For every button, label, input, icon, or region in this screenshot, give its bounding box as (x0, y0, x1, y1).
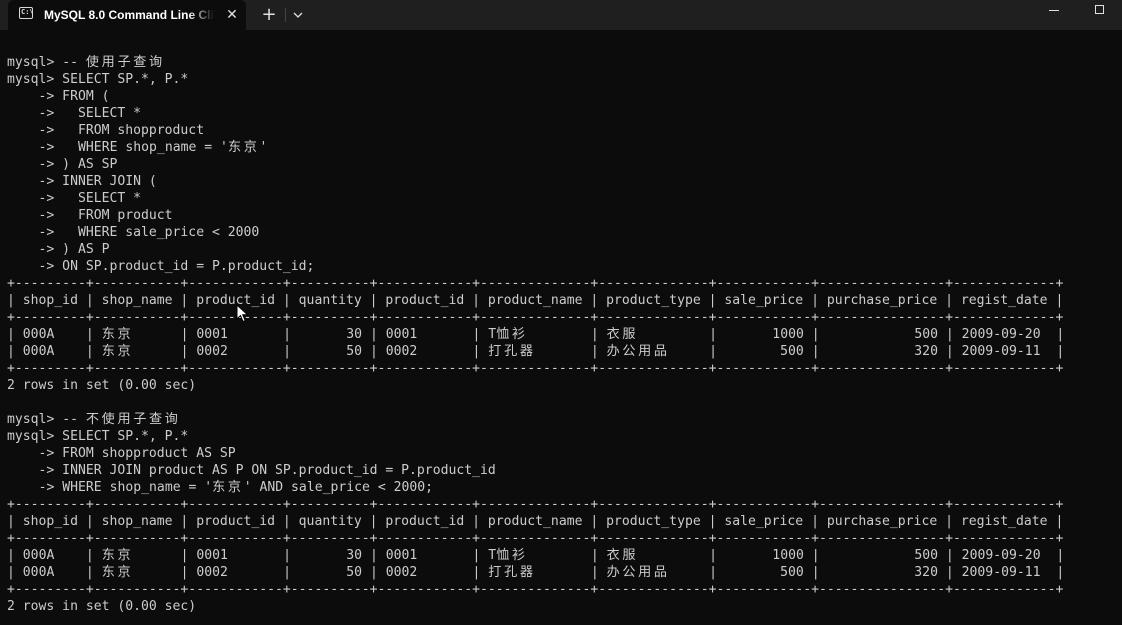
terminal-line: -> ) AS P (7, 242, 110, 257)
terminal-line: +---------+-----------+------------+----… (7, 531, 1064, 546)
terminal-line: | 000A | 东京 | 0002 | 50 | 0002 | 打孔器 | 办… (7, 344, 1065, 359)
terminal-line: -> FROM product (7, 208, 173, 223)
title-bar: C:\ MySQL 8.0 Command Line Cli ✕ + (0, 0, 1122, 30)
terminal-line: +---------+-----------+------------+----… (7, 497, 1064, 512)
terminal-line: -> WHERE shop_name = '东京 ' (38, 140, 268, 155)
terminal-window: C:\ MySQL 8.0 Command Line Cli ✕ + mysql… (0, 0, 1122, 625)
terminal-line: -> WHERE shop_name = '东京 ' AND sale_price… (38, 480, 434, 495)
close-tab-icon[interactable]: ✕ (224, 7, 240, 23)
terminal-line: -> INNER JOIN product AS P ON SP.product… (7, 463, 496, 478)
terminal-line: -> SELECT * (7, 191, 142, 206)
terminal-line: -> SELECT * (7, 106, 142, 121)
terminal-line: -> WHERE sale_price < 2000 (7, 225, 260, 240)
terminal-line: | 000A | 东京 | 0002 | 50 | 0002 | 打孔器 | 办… (7, 565, 1065, 580)
output-lines: mysql> -- 使用子查询 mysql> SELECT SP.*, P.* -… (7, 54, 1064, 615)
minimize-icon[interactable] (1031, 0, 1077, 22)
terminal-output[interactable]: mysql> -- 使用子查询 mysql> SELECT SP.*, P.* -… (0, 30, 1122, 625)
terminal-line: 2 rows in set (0.00 sec) (7, 378, 197, 393)
terminal-line: | 000A | 东京 | 0001 | 30 | 0001 | T恤衫 | 衣… (7, 327, 1065, 342)
chevron-down-icon[interactable] (289, 4, 307, 26)
tab-title: MySQL 8.0 Command Line Cli (44, 8, 214, 22)
mouse-cursor-icon (236, 304, 249, 323)
terminal-line: mysql> SELECT SP.*, P.* (7, 72, 189, 87)
terminal-line: -> FROM ( (7, 89, 110, 104)
terminal-line: +---------+-----------+------------+----… (7, 361, 1064, 376)
terminal-line: mysql> SELECT SP.*, P.* (7, 429, 189, 444)
terminal-line: +---------+-----------+------------+----… (7, 276, 1064, 291)
terminal-line: +---------+-----------+------------+----… (7, 310, 1064, 325)
terminal-line: -> ) AS SP (7, 157, 118, 172)
terminal-line: -> FROM shopproduct AS SP (7, 446, 236, 461)
terminal-line: mysql> -- 不使用子查询 (7, 412, 178, 427)
new-tab-icon[interactable]: + (258, 4, 280, 26)
tab-divider (285, 8, 286, 22)
console-icon: C:\ (19, 7, 34, 19)
terminal-line: +---------+-----------+------------+----… (7, 582, 1064, 597)
terminal-line: | shop_id | shop_name | product_id | qua… (7, 293, 1064, 308)
tab-mysql-cli[interactable]: C:\ MySQL 8.0 Command Line Cli ✕ (8, 0, 246, 30)
terminal-line: mysql> -- 使用子查询 (7, 55, 163, 70)
maximize-icon[interactable] (1077, 0, 1122, 22)
terminal-line: 2 rows in set (0.00 sec) (7, 599, 197, 614)
terminal-line: -> FROM shopproduct (7, 123, 205, 138)
terminal-line: | shop_id | shop_name | product_id | qua… (7, 514, 1064, 529)
terminal-line: | 000A | 东京 | 0001 | 30 | 0001 | T恤衫 | 衣… (7, 548, 1065, 563)
terminal-line: -> INNER JOIN ( (7, 174, 157, 189)
terminal-line: -> ON SP.product_id = P.product_id; (7, 259, 315, 274)
